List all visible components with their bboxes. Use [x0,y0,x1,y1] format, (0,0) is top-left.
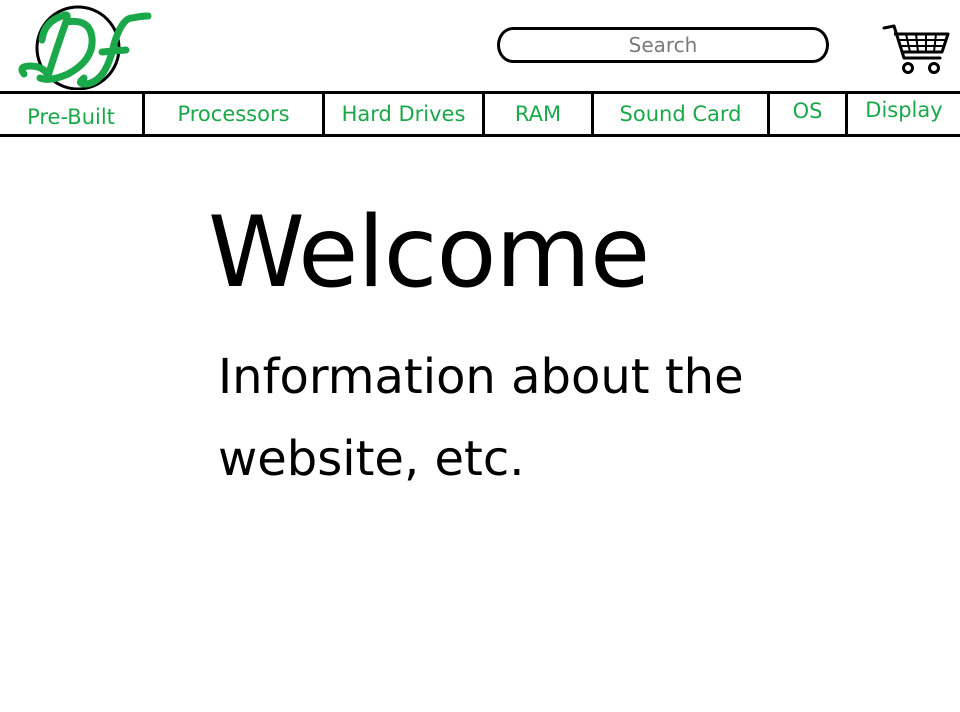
category-nav: Pre-Built Processors Hard Drives RAM Sou… [0,91,960,137]
nav-item-pre-built[interactable]: Pre-Built [0,97,142,137]
search-input[interactable] [516,33,810,57]
logo-graphic [18,5,152,91]
intro-text: Information about the website, etc. [218,349,744,487]
nav-item-sound-card[interactable]: Sound Card [594,94,767,134]
page-title: Welcome [208,196,650,310]
shopping-cart-icon[interactable] [882,22,952,78]
site-logo[interactable]: DF [14,4,154,91]
nav-item-processors[interactable]: Processors [145,94,322,134]
nav-item-ram[interactable]: RAM [485,94,591,134]
nav-item-os[interactable]: OS [770,91,845,131]
nav-item-hard-drives[interactable]: Hard Drives [325,94,482,134]
nav-item-display[interactable]: Display [848,90,960,130]
search-box[interactable] [497,27,829,63]
